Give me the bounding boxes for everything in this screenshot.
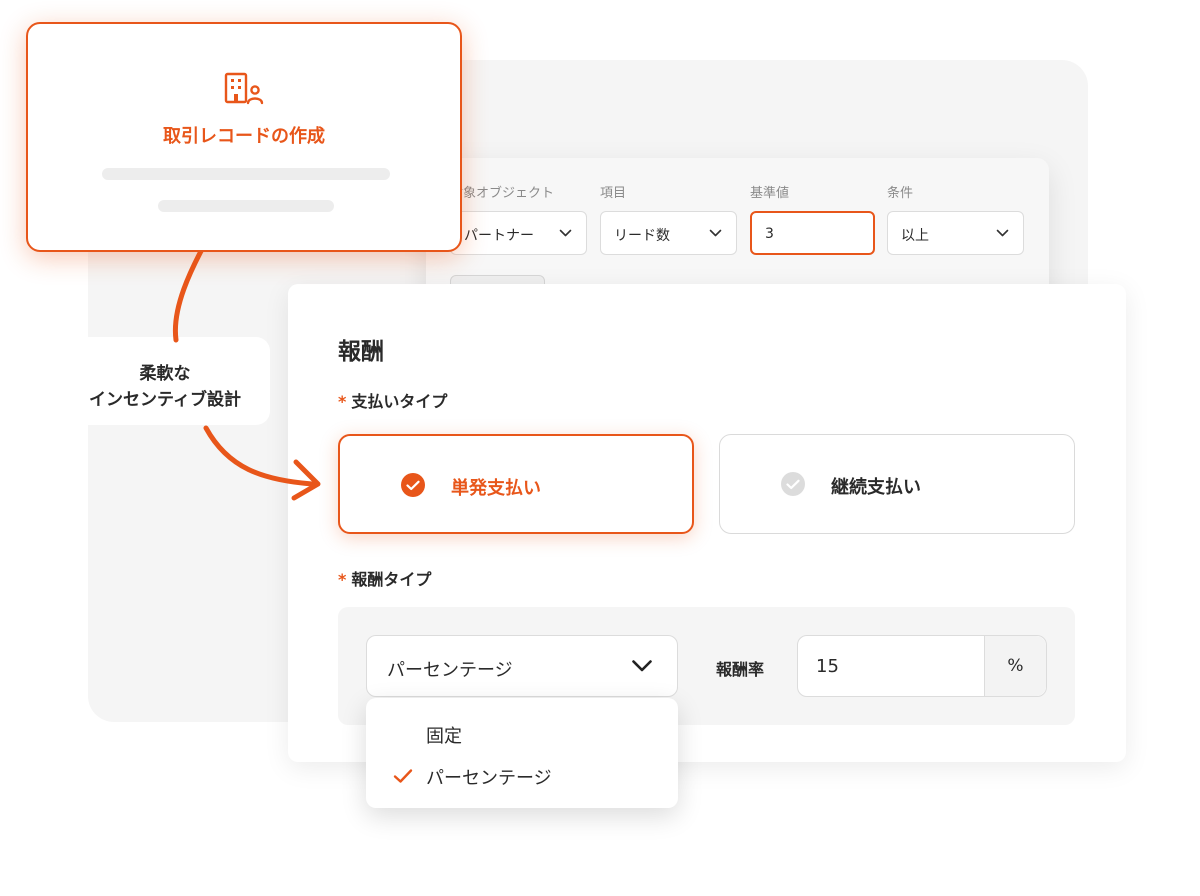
threshold-header: 基準値 <box>750 186 790 201</box>
dropdown-option-percentage[interactable]: パーセンテージ <box>426 764 552 790</box>
payment-type-label: * 支払いタイプ <box>338 388 447 412</box>
field-header: 項目 <box>600 186 627 201</box>
object-select-value: パートナー <box>464 228 534 244</box>
payment-type-label-text: 支払いタイプ <box>351 392 448 411</box>
check-circle-icon <box>781 472 805 496</box>
payment-option-recurring-label: 継続支払い <box>831 477 921 498</box>
dropdown-option-fixed[interactable]: 固定 <box>426 722 462 748</box>
reward-type-select[interactable]: パーセンテージ <box>366 635 678 697</box>
threshold-input[interactable]: 3 <box>750 211 875 255</box>
chevron-down-icon <box>709 229 722 237</box>
reward-type-select-value: パーセンテージ <box>387 660 513 681</box>
reward-rate-label: 報酬率 <box>716 660 765 679</box>
payment-option-recurring[interactable]: 継続支払い <box>719 434 1075 534</box>
flow-label-line1: 柔軟な <box>139 364 191 384</box>
reward-type-dropdown: 固定 パーセンテージ <box>366 698 678 808</box>
reward-rate-input[interactable]: 15 % <box>797 635 1047 697</box>
payment-option-one-time[interactable]: 単発支払い <box>338 434 694 534</box>
required-asterisk: * <box>338 570 347 589</box>
placeholder-line <box>158 200 334 212</box>
check-circle-icon <box>401 473 425 497</box>
operator-select-value: 以上 <box>901 228 929 244</box>
flow-label: 柔軟な インセンティブ設計 <box>60 337 270 425</box>
reward-type-label: * 報酬タイプ <box>338 566 431 590</box>
reward-rate-value: 15 <box>816 656 839 677</box>
chevron-down-icon <box>996 229 1009 237</box>
chevron-down-icon <box>632 660 652 672</box>
chevron-down-icon <box>559 229 572 237</box>
create-record-card: 取引レコードの作成 <box>26 22 462 252</box>
object-header: 対象オブジェクト <box>450 186 555 201</box>
field-select-value: リード数 <box>614 228 670 244</box>
reward-type-label-text: 報酬タイプ <box>351 570 432 589</box>
create-record-title: 取引レコードの作成 <box>163 126 325 147</box>
checkmark-icon <box>393 769 413 783</box>
reward-heading: 報酬 <box>338 339 384 365</box>
payment-option-one-time-label: 単発支払い <box>451 478 541 499</box>
reward-card: 報酬 * 支払いタイプ 単発支払い 継続支払い * 報酬タイプ パーセンテージ 報酬… <box>288 284 1126 762</box>
operator-select[interactable]: 以上 <box>887 211 1024 255</box>
required-asterisk: * <box>338 392 347 411</box>
flow-label-line2: インセンティブ設計 <box>89 390 241 410</box>
operator-header: 条件 <box>887 186 914 201</box>
percent-unit: % <box>984 636 1046 696</box>
field-select[interactable]: リード数 <box>600 211 737 255</box>
placeholder-line <box>102 168 390 180</box>
object-select[interactable]: パートナー <box>450 211 587 255</box>
threshold-input-value: 3 <box>765 226 774 242</box>
building-person-icon <box>224 72 264 105</box>
